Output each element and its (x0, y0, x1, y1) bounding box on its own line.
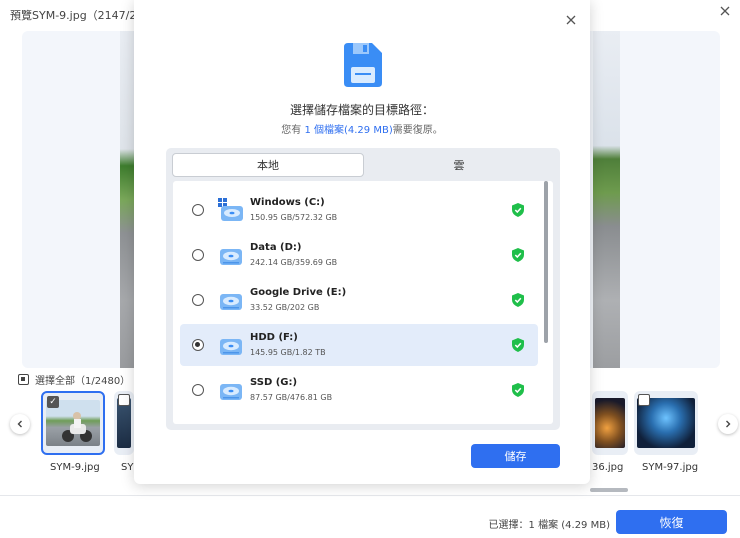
drive-size: 150.95 GB/572.32 GB (250, 213, 338, 222)
drive-item-f[interactable]: HDD (F:) 145.95 GB/1.82 TB (180, 324, 538, 366)
shield-check-icon (512, 293, 524, 307)
shield-check-icon (512, 248, 524, 262)
thumbnail[interactable] (634, 391, 698, 455)
thumbnail-checkbox[interactable] (638, 394, 650, 406)
drive-name: Data (D:) (250, 242, 302, 253)
destination-panel: 本地 雲 Windows (C:) 150.95 GB/572.32 GB Da… (166, 148, 560, 430)
subtitle-suffix: 需要復原。 (392, 125, 443, 136)
drive-radio[interactable] (192, 384, 204, 396)
next-arrow-button[interactable] (718, 414, 738, 434)
hdd-icon (220, 339, 242, 355)
thumbnail-label: 36.jpg (592, 462, 624, 473)
footer-divider (0, 495, 740, 496)
drive-name: SSD (G:) (250, 377, 298, 388)
drive-name: Windows (C:) (250, 197, 325, 208)
hdd-icon (220, 384, 242, 400)
thumbnail-checkbox[interactable] (118, 394, 130, 406)
prev-arrow-button[interactable] (10, 414, 30, 434)
shield-check-icon (512, 203, 524, 217)
chevron-right-icon (726, 420, 731, 428)
drive-item-c[interactable]: Windows (C:) 150.95 GB/572.32 GB (180, 189, 538, 231)
thumbnail-label: SYM-9.jpg (50, 462, 100, 473)
drive-size: 33.52 GB/202 GB (250, 303, 320, 312)
drive-size: 242.14 GB/359.69 GB (250, 258, 338, 267)
drive-radio[interactable] (192, 339, 204, 351)
drive-radio[interactable] (192, 249, 204, 261)
drive-name: Google Drive (E:) (250, 287, 347, 298)
thumbnail[interactable] (114, 391, 134, 455)
preview-image-right-edge (593, 31, 620, 368)
file-count-link: 1 個檔案(4.29 MB) (304, 125, 393, 136)
thumbnail[interactable] (592, 391, 628, 455)
thumbnail-image (595, 398, 625, 448)
windows-drive-icon (218, 198, 243, 221)
drive-size: 145.95 GB/1.82 TB (250, 348, 326, 357)
drive-item-d[interactable]: Data (D:) 242.14 GB/359.69 GB (180, 234, 538, 276)
vertical-scrollbar[interactable] (544, 181, 548, 343)
tab-cloud[interactable]: 雲 (364, 153, 554, 177)
subtitle-prefix: 您有 (281, 125, 305, 136)
save-button[interactable]: 儲存 (471, 444, 560, 468)
hdd-icon (220, 249, 242, 265)
thumbnail-checkbox[interactable]: ✓ (47, 396, 59, 408)
thumbnail[interactable]: ✓ (41, 391, 105, 455)
shield-check-icon (512, 338, 524, 352)
drive-radio[interactable] (192, 294, 204, 306)
tab-local[interactable]: 本地 (172, 153, 364, 177)
save-destination-dialog: 選擇儲存檔案的目標路徑： 您有 1 個檔案(4.29 MB)需要復原。 本地 雲… (134, 0, 590, 484)
drive-size: 87.57 GB/476.81 GB (250, 393, 333, 402)
recover-button[interactable]: 恢復 (616, 510, 727, 534)
destination-tabs: 本地 雲 (172, 153, 554, 177)
close-icon[interactable] (718, 4, 732, 18)
shield-check-icon (512, 383, 524, 397)
select-all-label: 選擇全部（1/2480） (35, 376, 131, 387)
preview-image-left-edge (120, 31, 134, 368)
drive-list: Windows (C:) 150.95 GB/572.32 GB Data (D… (173, 181, 553, 424)
drive-name: HDD (F:) (250, 332, 298, 343)
hdd-icon (220, 294, 242, 310)
selection-status: 已選擇：1 檔案 (4.29 MB) (488, 520, 610, 531)
drive-item-e[interactable]: Google Drive (E:) 33.52 GB/202 GB (180, 279, 538, 321)
dialog-title: 選擇儲存檔案的目標路徑： (289, 103, 434, 117)
drive-radio[interactable] (192, 204, 204, 216)
chevron-left-icon (17, 420, 22, 428)
select-all-checkbox[interactable]: 選擇全部（1/2480） (18, 372, 130, 387)
horizontal-scrollbar[interactable] (590, 488, 628, 492)
floppy-disk-icon (344, 43, 382, 87)
drive-item-g[interactable]: SSD (G:) 87.57 GB/476.81 GB (180, 369, 538, 411)
close-icon[interactable] (564, 12, 578, 26)
thumbnail-label: SYM-97.jpg (642, 462, 699, 473)
checkbox-icon (18, 374, 29, 385)
dialog-subtitle: 您有 1 個檔案(4.29 MB)需要復原。 (134, 121, 590, 136)
